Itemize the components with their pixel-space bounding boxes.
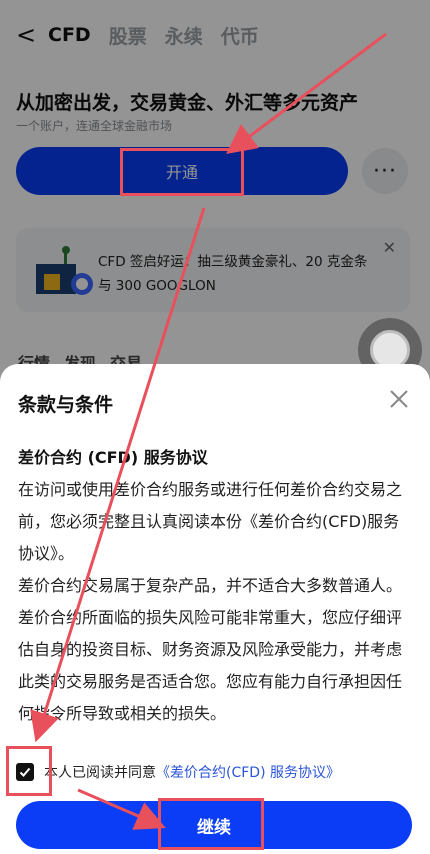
agreement-link[interactable]: 《差价合约(CFD) 服务协议》	[156, 765, 340, 781]
agreement-paragraph: 差价合约交易属于复杂产品，并不适合大多数普通人。差价合约所面临的损失风险可能非常…	[18, 576, 403, 723]
consent-checkbox[interactable]	[16, 763, 34, 781]
agreement-body[interactable]: 在访问或使用差价合约服务或进行任何差价合约交易之前，您必须完整且认真阅读本份《差…	[18, 474, 410, 746]
sheet-title: 条款与条件	[18, 394, 114, 416]
consent-prefix: 本人已阅读并同意	[44, 765, 156, 781]
close-icon[interactable]	[388, 388, 410, 410]
consent-label: 本人已阅读并同意《差价合约(CFD) 服务协议》	[44, 762, 340, 782]
scroll-fade	[0, 716, 430, 748]
agreement-heading: 差价合约 (CFD) 服务协议	[18, 448, 208, 467]
checkmark-icon	[19, 767, 31, 777]
consent-row: 本人已阅读并同意《差价合约(CFD) 服务协议》	[16, 760, 340, 784]
terms-bottom-sheet: 条款与条件 差价合约 (CFD) 服务协议 在访问或使用差价合约服务或进行任何差…	[0, 364, 430, 854]
agreement-paragraph: 在访问或使用差价合约服务或进行任何差价合约交易之前，您必须完整且认真阅读本份《差…	[18, 480, 403, 563]
continue-button[interactable]: 继续	[16, 801, 412, 849]
